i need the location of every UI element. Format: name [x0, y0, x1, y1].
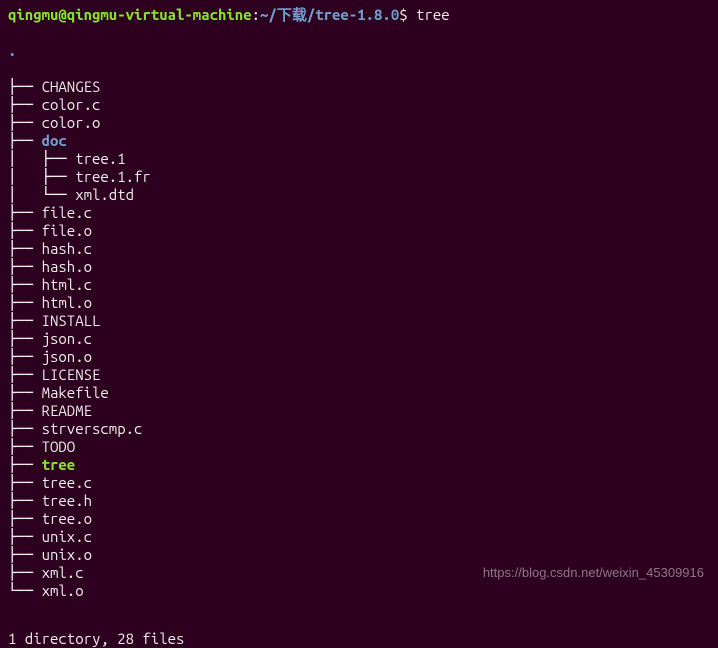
tree-entry-name: LICENSE	[42, 366, 101, 383]
tree-entry: └── xml.o	[8, 582, 710, 600]
tree-entry: ├── color.c	[8, 96, 710, 114]
tree-entry: ├── tree.h	[8, 492, 710, 510]
tree-branch-icon: ├──	[8, 204, 42, 221]
tree-branch-icon: ├──	[8, 294, 42, 311]
tree-branch-icon: ├──	[8, 402, 42, 419]
tree-entry: ├── strverscmp.c	[8, 420, 710, 438]
prompt-separator: :	[252, 6, 260, 23]
tree-output: . ├── CHANGES├── color.c├── color.o├── d…	[8, 24, 710, 618]
tree-branch-icon: │ ├──	[8, 150, 75, 167]
tree-entry-name: file.c	[42, 204, 92, 221]
tree-branch-icon: ├──	[8, 132, 42, 149]
tree-entry: ├── unix.c	[8, 528, 710, 546]
tree-entry-name: tree.h	[42, 492, 92, 509]
path-tilde: ~/	[260, 6, 277, 23]
tree-branch-icon: ├──	[8, 492, 42, 509]
tree-entry: ├── tree.c	[8, 474, 710, 492]
tree-entry-name: html.c	[42, 276, 92, 293]
tree-entry-name: tree.c	[42, 474, 92, 491]
tree-branch-icon: ├──	[8, 348, 42, 365]
tree-branch-icon: ├──	[8, 96, 42, 113]
tree-entry: ├── file.c	[8, 204, 710, 222]
prompt-dollar: $	[399, 6, 416, 23]
tree-entry-name: json.o	[42, 348, 92, 365]
shell-prompt[interactable]: qingmu@qingmu-virtual-machine:~/下载/tree-…	[8, 6, 710, 24]
tree-entry: ├── unix.o	[8, 546, 710, 564]
tree-entry-name: tree.1	[75, 150, 125, 167]
tree-entry: ├── json.c	[8, 330, 710, 348]
tree-branch-icon: │ └──	[8, 186, 75, 203]
tree-entry: │ ├── tree.1	[8, 150, 710, 168]
tree-entry-name: CHANGES	[42, 78, 101, 95]
user-host: qingmu@qingmu-virtual-machine	[8, 6, 252, 23]
tree-entry-name: color.o	[42, 114, 101, 131]
tree-branch-icon: ├──	[8, 330, 42, 347]
tree-branch-icon: ├──	[8, 564, 42, 581]
root-dot: .	[8, 42, 16, 59]
tree-entry-name: unix.c	[42, 528, 92, 545]
tree-entry-name: xml.o	[42, 582, 84, 599]
tree-entry-name: Makefile	[42, 384, 109, 401]
tree-entry-name: color.c	[42, 96, 101, 113]
typed-command: tree	[416, 6, 450, 23]
tree-branch-icon: ├──	[8, 258, 42, 275]
tree-branch-icon: ├──	[8, 546, 42, 563]
tree-branch-icon: ├──	[8, 222, 42, 239]
tree-branch-icon: │ ├──	[8, 168, 75, 185]
tree-entry-name: xml.c	[42, 564, 84, 581]
tree-branch-icon: ├──	[8, 474, 42, 491]
tree-entry-name: tree	[42, 456, 76, 473]
tree-branch-icon: ├──	[8, 420, 42, 437]
tree-branch-icon: ├──	[8, 528, 42, 545]
tree-entry: ├── tree	[8, 456, 710, 474]
tree-branch-icon: └──	[8, 582, 42, 599]
path-rest: 下载/tree-1.8.0	[277, 6, 399, 23]
tree-entry: ├── html.c	[8, 276, 710, 294]
tree-entry: ├── LICENSE	[8, 366, 710, 384]
tree-branch-icon: ├──	[8, 456, 42, 473]
tree-branch-icon: ├──	[8, 366, 42, 383]
tree-entry-name: TODO	[42, 438, 76, 455]
tree-entry-name: tree.1.fr	[75, 168, 151, 185]
tree-branch-icon: ├──	[8, 312, 42, 329]
tree-entry: ├── json.o	[8, 348, 710, 366]
tree-branch-icon: ├──	[8, 78, 42, 95]
tree-entry: ├── tree.o	[8, 510, 710, 528]
tree-entry-name: strverscmp.c	[42, 420, 143, 437]
tree-entry-name: hash.o	[42, 258, 92, 275]
tree-summary: 1 directory, 28 files	[8, 630, 710, 648]
tree-entry-name: doc	[42, 132, 67, 149]
tree-entry-name: INSTALL	[42, 312, 101, 329]
tree-entry: ├── TODO	[8, 438, 710, 456]
tree-entry: ├── doc	[8, 132, 710, 150]
tree-entry-name: json.c	[42, 330, 92, 347]
tree-branch-icon: ├──	[8, 384, 42, 401]
tree-branch-icon: ├──	[8, 114, 42, 131]
tree-branch-icon: ├──	[8, 510, 42, 527]
tree-entry: │ ├── tree.1.fr	[8, 168, 710, 186]
tree-branch-icon: ├──	[8, 438, 42, 455]
tree-entry-name: tree.o	[42, 510, 92, 527]
tree-entry: ├── html.o	[8, 294, 710, 312]
tree-entry-name: unix.o	[42, 546, 92, 563]
tree-entry: │ └── xml.dtd	[8, 186, 710, 204]
tree-entry: ├── file.o	[8, 222, 710, 240]
tree-entry: ├── color.o	[8, 114, 710, 132]
tree-entry: ├── hash.c	[8, 240, 710, 258]
tree-branch-icon: ├──	[8, 240, 42, 257]
tree-entry: ├── README	[8, 402, 710, 420]
tree-entry: ├── Makefile	[8, 384, 710, 402]
tree-entry-name: file.o	[42, 222, 92, 239]
tree-entry: ├── hash.o	[8, 258, 710, 276]
watermark-text: https://blog.csdn.net/weixin_45309916	[483, 565, 704, 581]
tree-entry-name: html.o	[42, 294, 92, 311]
tree-entry-name: xml.dtd	[75, 186, 134, 203]
tree-root: .	[8, 42, 710, 60]
tree-entry-name: README	[42, 402, 92, 419]
tree-branch-icon: ├──	[8, 276, 42, 293]
tree-entry: ├── CHANGES	[8, 78, 710, 96]
tree-entry-name: hash.c	[42, 240, 92, 257]
tree-entry: ├── INSTALL	[8, 312, 710, 330]
